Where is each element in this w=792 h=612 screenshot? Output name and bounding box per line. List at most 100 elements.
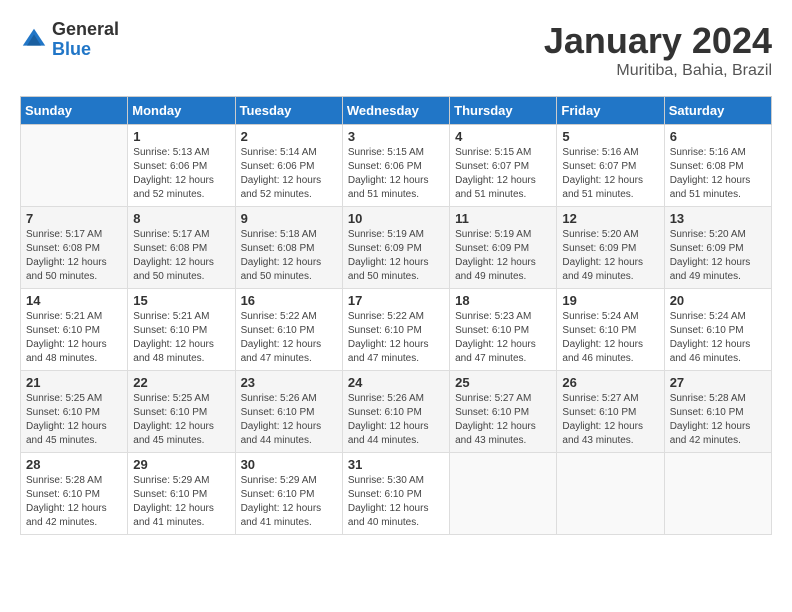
day-info: Sunrise: 5:14 AMSunset: 6:06 PMDaylight:… [241, 146, 337, 202]
day-info: Sunrise: 5:25 AMSunset: 6:10 PMDaylight:… [26, 392, 122, 448]
day-info: Sunrise: 5:28 AMSunset: 6:10 PMDaylight:… [670, 392, 766, 448]
day-info: Sunrise: 5:17 AMSunset: 6:08 PMDaylight:… [133, 228, 229, 284]
day-info: Sunrise: 5:27 AMSunset: 6:10 PMDaylight:… [562, 392, 658, 448]
calendar-cell: 1 Sunrise: 5:13 AMSunset: 6:06 PMDaylight… [128, 125, 235, 207]
day-info: Sunrise: 5:13 AMSunset: 6:06 PMDaylight:… [133, 146, 229, 202]
calendar-cell: 21 Sunrise: 5:25 AMSunset: 6:10 PMDayligh… [21, 371, 128, 453]
day-number: 21 [26, 375, 122, 390]
day-number: 3 [348, 129, 444, 144]
day-number: 26 [562, 375, 658, 390]
day-info: Sunrise: 5:18 AMSunset: 6:08 PMDaylight:… [241, 228, 337, 284]
weekday-header: Wednesday [342, 97, 449, 125]
calendar-cell: 19Sunrise: 5:24 AMSunset: 6:10 PMDayligh… [557, 289, 664, 371]
calendar-cell: 13 Sunrise: 5:20 AMSunset: 6:09 PMDayligh… [664, 207, 771, 289]
day-number: 5 [562, 129, 658, 144]
day-info: Sunrise: 5:16 AMSunset: 6:07 PMDaylight:… [562, 146, 658, 202]
day-info: Sunrise: 5:20 AMSunset: 6:09 PMDaylight:… [562, 228, 658, 284]
day-number: 22 [133, 375, 229, 390]
calendar-cell: 7Sunrise: 5:17 AMSunset: 6:08 PMDaylight… [21, 207, 128, 289]
month-year: January 2024 [544, 20, 772, 62]
day-info: Sunrise: 5:21 AMSunset: 6:10 PMDaylight:… [133, 310, 229, 366]
day-number: 15 [133, 293, 229, 308]
day-info: Sunrise: 5:29 AMSunset: 6:10 PMDaylight:… [241, 474, 337, 530]
day-number: 30 [241, 457, 337, 472]
day-number: 20 [670, 293, 766, 308]
calendar-week-row: 14 Sunrise: 5:21 AMSunset: 6:10 PMDayligh… [21, 289, 772, 371]
weekday-header-row: SundayMondayTuesdayWednesdayThursdayFrid… [21, 97, 772, 125]
day-number: 25 [455, 375, 551, 390]
day-number: 13 [670, 211, 766, 226]
calendar-week-row: 7 Sunrise: 5:17 AMSunset: 6:08 PMDaylight… [21, 207, 772, 289]
logo-general: General [52, 20, 119, 40]
logo: General Blue [20, 20, 119, 60]
day-number: 4 [455, 129, 551, 144]
calendar-cell [664, 453, 771, 535]
page-header: General Blue January 2024 Muritiba, Bahi… [20, 20, 772, 80]
calendar-cell: 4 Sunrise: 5:15 AMSunset: 6:07 PMDaylight… [450, 125, 557, 207]
logo-blue: Blue [52, 40, 119, 60]
calendar-cell: 3 Sunrise: 5:15 AMSunset: 6:06 PMDaylight… [342, 125, 449, 207]
calendar-week-row: 1 Sunrise: 5:13 AMSunset: 6:06 PMDaylight… [21, 125, 772, 207]
day-number: 18 [455, 293, 551, 308]
calendar-cell: 14 Sunrise: 5:21 AMSunset: 6:10 PMDayligh… [21, 289, 128, 371]
day-number: 24 [348, 375, 444, 390]
calendar-cell: 20 Sunrise: 5:24 AMSunset: 6:10 PMDayligh… [664, 289, 771, 371]
weekday-header: Saturday [664, 97, 771, 125]
calendar-cell: 9 Sunrise: 5:18 AMSunset: 6:08 PMDaylight… [235, 207, 342, 289]
weekday-header: Thursday [450, 97, 557, 125]
logo-text: General Blue [52, 20, 119, 60]
day-number: 12 [562, 211, 658, 226]
calendar-cell: 29Sunrise: 5:29 AMSunset: 6:10 PMDayligh… [128, 453, 235, 535]
day-info: Sunrise: 5:23 AMSunset: 6:10 PMDaylight:… [455, 310, 551, 366]
day-info: Sunrise: 5:28 AMSunset: 6:10 PMDaylight:… [26, 474, 122, 530]
day-info: Sunrise: 5:24 AMSunset: 6:10 PMDaylight:… [562, 310, 658, 366]
calendar-table: SundayMondayTuesdayWednesdayThursdayFrid… [20, 96, 772, 535]
calendar-cell [21, 125, 128, 207]
day-number: 2 [241, 129, 337, 144]
day-info: Sunrise: 5:30 AMSunset: 6:10 PMDaylight:… [348, 474, 444, 530]
calendar-cell: 28 Sunrise: 5:28 AMSunset: 6:10 PMDayligh… [21, 453, 128, 535]
day-info: Sunrise: 5:16 AMSunset: 6:08 PMDaylight:… [670, 146, 766, 202]
day-info: Sunrise: 5:26 AMSunset: 6:10 PMDaylight:… [348, 392, 444, 448]
day-number: 11 [455, 211, 551, 226]
day-info: Sunrise: 5:22 AMSunset: 6:10 PMDaylight:… [241, 310, 337, 366]
day-number: 28 [26, 457, 122, 472]
day-info: Sunrise: 5:20 AMSunset: 6:09 PMDaylight:… [670, 228, 766, 284]
day-info: Sunrise: 5:15 AMSunset: 6:07 PMDaylight:… [455, 146, 551, 202]
day-info: Sunrise: 5:19 AMSunset: 6:09 PMDaylight:… [348, 228, 444, 284]
day-info: Sunrise: 5:22 AMSunset: 6:10 PMDaylight:… [348, 310, 444, 366]
calendar-cell: 16 Sunrise: 5:22 AMSunset: 6:10 PMDayligh… [235, 289, 342, 371]
day-info: Sunrise: 5:26 AMSunset: 6:10 PMDaylight:… [241, 392, 337, 448]
day-info: Sunrise: 5:21 AMSunset: 6:10 PMDaylight:… [26, 310, 122, 366]
calendar-cell: 18 Sunrise: 5:23 AMSunset: 6:10 PMDayligh… [450, 289, 557, 371]
calendar-cell [557, 453, 664, 535]
calendar-cell: 24 Sunrise: 5:26 AMSunset: 6:10 PMDayligh… [342, 371, 449, 453]
calendar-cell: 26 Sunrise: 5:27 AMSunset: 6:10 PMDayligh… [557, 371, 664, 453]
calendar-cell: 5 Sunrise: 5:16 AMSunset: 6:07 PMDaylight… [557, 125, 664, 207]
day-number: 6 [670, 129, 766, 144]
calendar-cell: 23Sunrise: 5:26 AMSunset: 6:10 PMDayligh… [235, 371, 342, 453]
day-number: 14 [26, 293, 122, 308]
calendar-cell: 8 Sunrise: 5:17 AMSunset: 6:08 PMDaylight… [128, 207, 235, 289]
calendar-cell: 6 Sunrise: 5:16 AMSunset: 6:08 PMDaylight… [664, 125, 771, 207]
calendar-cell: 30 Sunrise: 5:29 AMSunset: 6:10 PMDayligh… [235, 453, 342, 535]
calendar-cell: 2 Sunrise: 5:14 AMSunset: 6:06 PMDaylight… [235, 125, 342, 207]
calendar-cell: 17 Sunrise: 5:22 AMSunset: 6:10 PMDayligh… [342, 289, 449, 371]
calendar-week-row: 28 Sunrise: 5:28 AMSunset: 6:10 PMDayligh… [21, 453, 772, 535]
day-number: 16 [241, 293, 337, 308]
day-info: Sunrise: 5:24 AMSunset: 6:10 PMDaylight:… [670, 310, 766, 366]
day-number: 9 [241, 211, 337, 226]
day-number: 7 [26, 211, 122, 226]
calendar-cell: 25 Sunrise: 5:27 AMSunset: 6:10 PMDayligh… [450, 371, 557, 453]
day-info: Sunrise: 5:27 AMSunset: 6:10 PMDaylight:… [455, 392, 551, 448]
day-number: 17 [348, 293, 444, 308]
calendar-week-row: 21 Sunrise: 5:25 AMSunset: 6:10 PMDayligh… [21, 371, 772, 453]
day-info: Sunrise: 5:25 AMSunset: 6:10 PMDaylight:… [133, 392, 229, 448]
title-block: January 2024 Muritiba, Bahia, Brazil [544, 20, 772, 80]
day-number: 1 [133, 129, 229, 144]
calendar-cell [450, 453, 557, 535]
day-info: Sunrise: 5:15 AMSunset: 6:06 PMDaylight:… [348, 146, 444, 202]
weekday-header: Friday [557, 97, 664, 125]
day-number: 8 [133, 211, 229, 226]
calendar-cell: 10Sunrise: 5:19 AMSunset: 6:09 PMDayligh… [342, 207, 449, 289]
